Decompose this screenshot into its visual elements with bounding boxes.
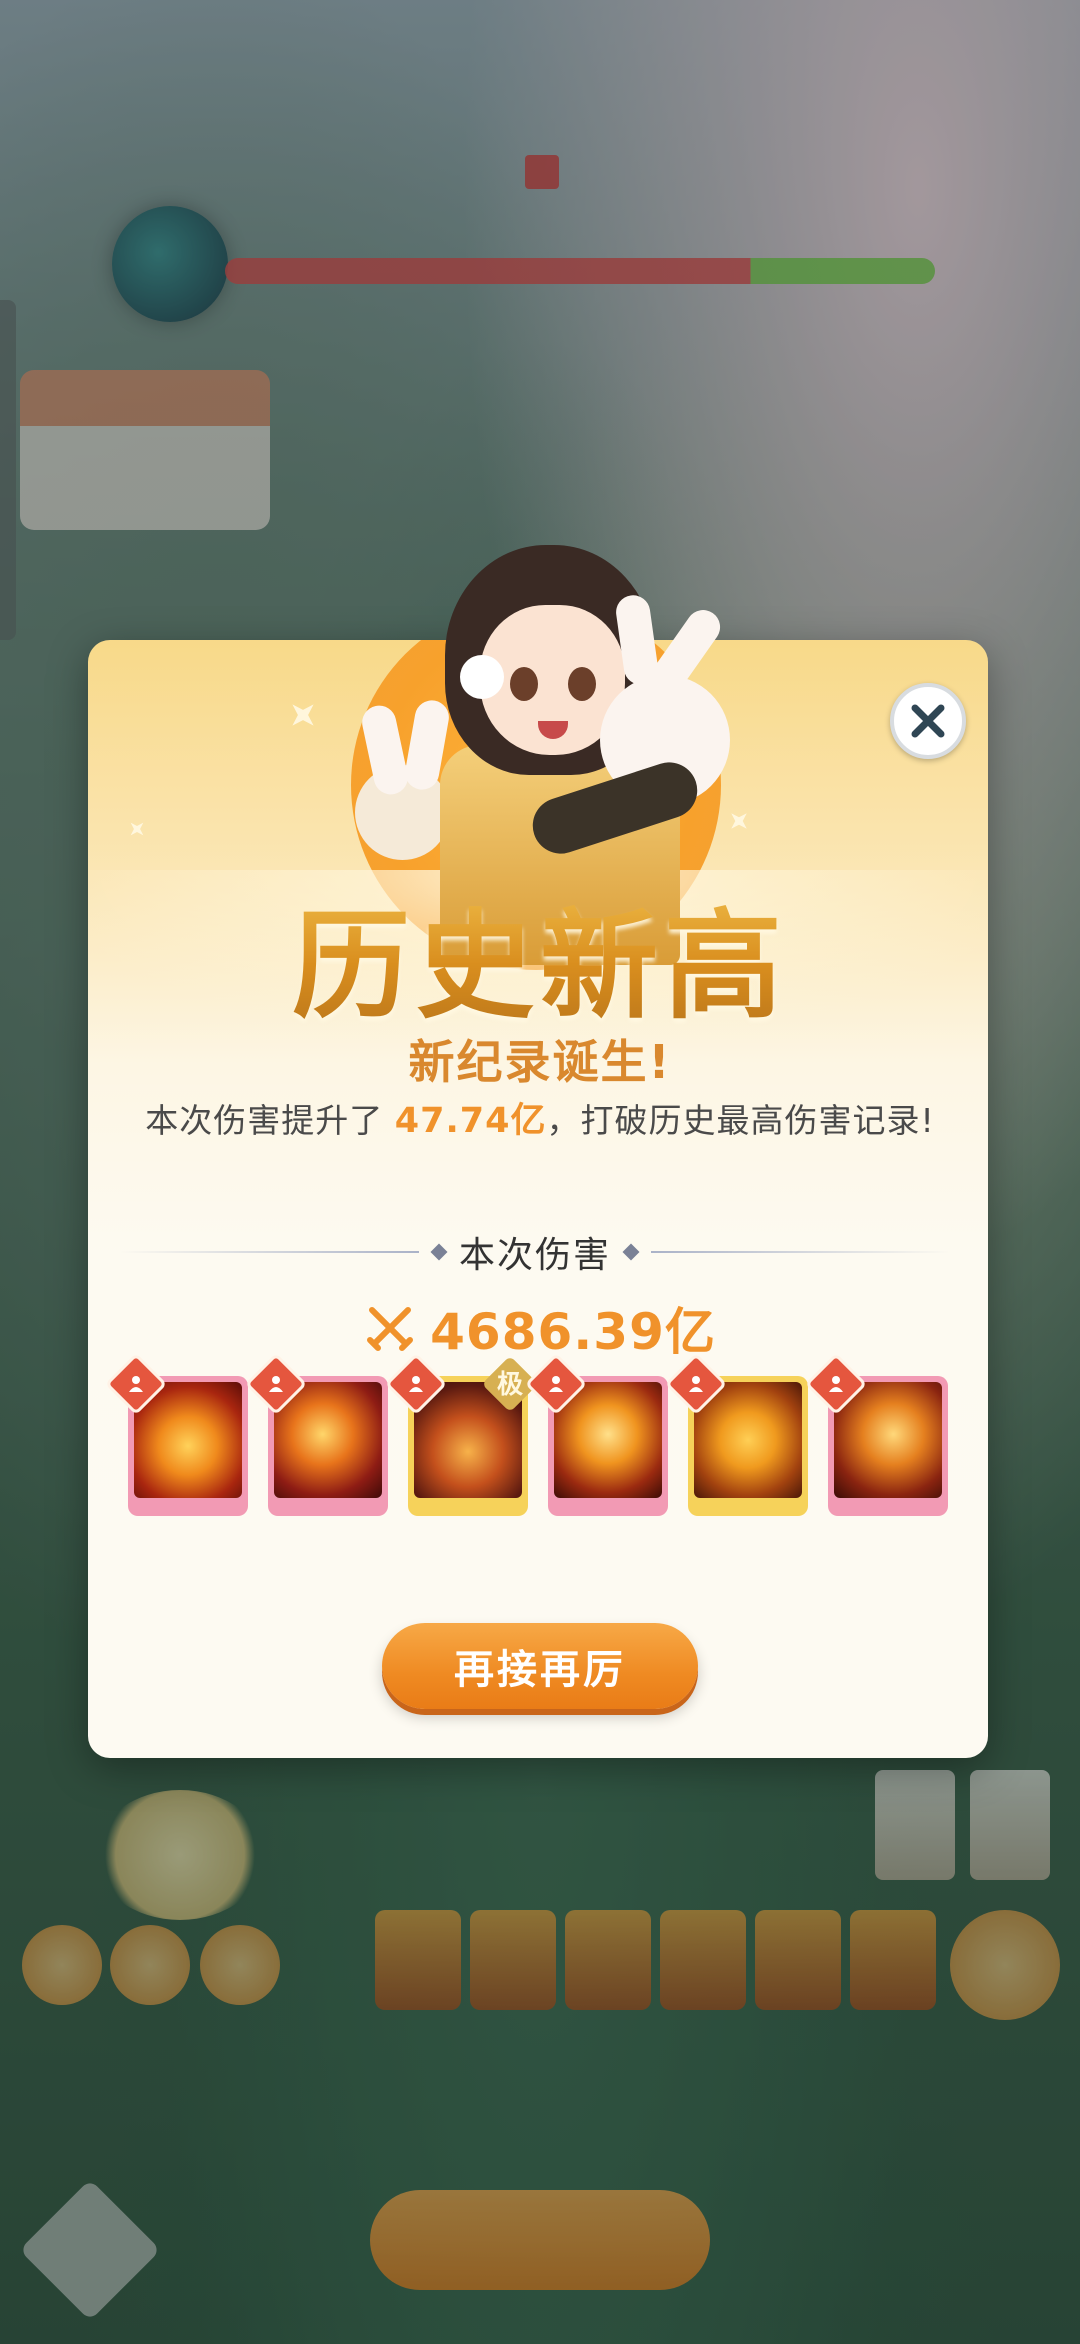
modal-description: 本次伤害提升了 47.74亿，打破历史最高伤害记录! <box>0 1092 1080 1143</box>
person-icon <box>542 1370 570 1398</box>
person-icon <box>822 1370 850 1398</box>
rank-label: 极 <box>496 1370 523 1400</box>
person-icon <box>262 1370 290 1398</box>
modal-title: 历史新高 <box>0 870 1080 1041</box>
skill-slot[interactable] <box>524 1352 668 1516</box>
skill-list: 极 <box>104 1352 948 1516</box>
section-label: 本次伤害 <box>459 1235 612 1276</box>
description-suffix: ，打破历史最高伤害记录! <box>546 1101 935 1140</box>
divider-line <box>120 1251 419 1253</box>
close-icon <box>911 704 945 738</box>
modal-subtitle: 新纪录诞生! <box>408 1035 672 1089</box>
close-button[interactable] <box>890 683 966 759</box>
damage-increase-value: 47.74亿 <box>394 1101 547 1141</box>
skill-slot[interactable] <box>104 1352 248 1516</box>
person-icon <box>682 1370 710 1398</box>
damage-value: 4686.39亿 <box>430 1303 716 1361</box>
character-eye <box>568 667 596 701</box>
skill-slot[interactable] <box>244 1352 388 1516</box>
diamond-icon <box>430 1243 448 1261</box>
skill-slot[interactable] <box>664 1352 808 1516</box>
section-header: 本次伤害 <box>120 1232 951 1276</box>
character-eye <box>510 667 538 701</box>
sparkle-icon <box>124 816 149 841</box>
crossed-swords-icon <box>367 1307 414 1351</box>
game-screen: 历史新高 新纪录诞生! 本次伤害提升了 47.74亿，打破历史最高伤害记录! 本… <box>0 0 1080 2344</box>
diamond-icon <box>622 1243 640 1261</box>
hair-bun <box>460 655 504 699</box>
divider-line <box>651 1251 951 1253</box>
skill-slot[interactable] <box>804 1352 948 1516</box>
person-icon <box>122 1370 150 1398</box>
description-prefix: 本次伤害提升了 <box>145 1101 395 1140</box>
damage-display: 4686.39亿 <box>0 1292 1080 1364</box>
skill-slot[interactable]: 极 <box>384 1352 539 1516</box>
person-icon <box>402 1370 430 1398</box>
try-again-button[interactable]: 再接再厉 <box>382 1623 698 1709</box>
